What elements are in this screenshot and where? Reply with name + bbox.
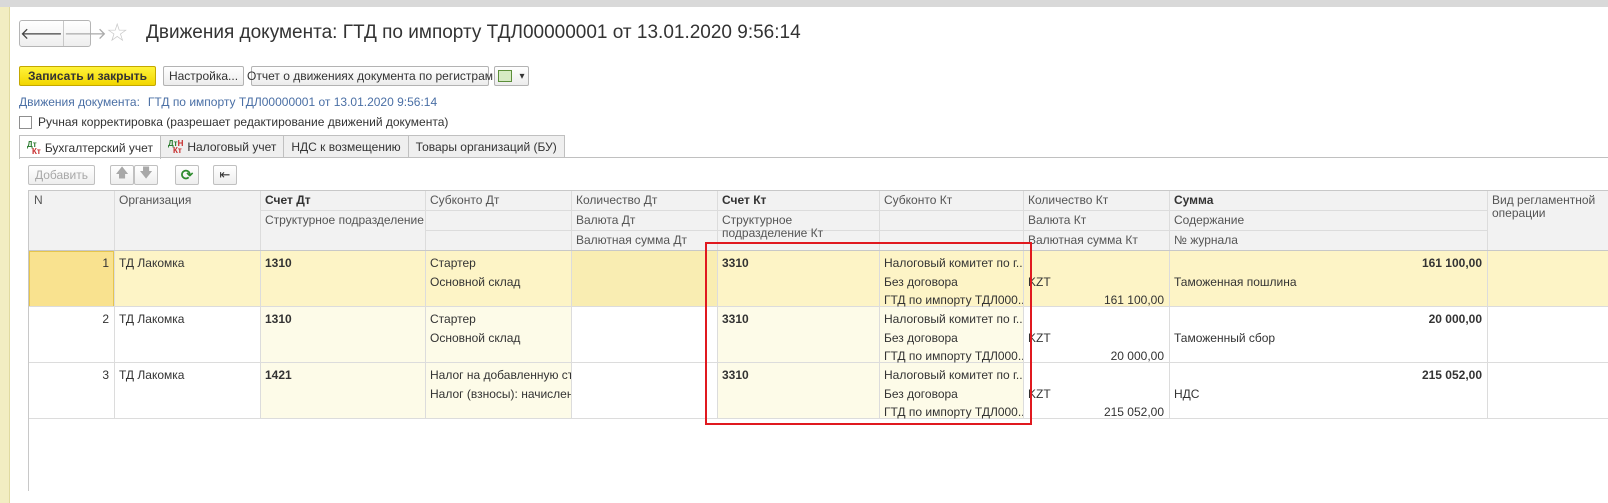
col-currency-sum-kt[interactable]: Валютная сумма Кт <box>1023 231 1169 250</box>
row-content: НДС <box>1174 387 1200 401</box>
tab-accounting[interactable]: Дт Кт Бухгалтерский учет <box>19 135 161 159</box>
row-currency-sum-kt: 20 000,00 <box>1110 349 1164 363</box>
left-panel-strip <box>0 7 10 503</box>
breadcrumb-label: Движения документа: <box>19 95 140 109</box>
manual-edit-option[interactable]: Ручная корректировка (разрешает редактир… <box>19 115 448 129</box>
tab-tax-accounting-label: Налоговый учет <box>187 140 277 154</box>
row-content: Таможенный сбор <box>1174 331 1276 345</box>
row-shade <box>571 251 717 307</box>
row-currency-kt: KZT <box>1028 275 1051 289</box>
row-subkonto-dt-1: Стартер <box>430 256 476 270</box>
register-report-icon <box>498 70 513 82</box>
col-amount[interactable]: Сумма <box>1169 191 1487 210</box>
row-organization: ТД Лакомка <box>119 312 185 326</box>
row-amount: 161 100,00 <box>1421 256 1482 270</box>
forward-arrow-icon[interactable]: 🡒 <box>62 21 107 46</box>
col-organization[interactable]: Организация <box>114 191 260 210</box>
col-content[interactable]: Содержание <box>1169 211 1487 230</box>
load-movements-icon[interactable]: ⇤ <box>213 165 237 185</box>
row-amount: 20 000,00 <box>1428 312 1482 326</box>
move-up-icon[interactable]: 🡅 <box>110 165 134 185</box>
row-content: Таможенная пошлина <box>1174 275 1297 289</box>
row-account-dt: 1310 <box>265 256 292 270</box>
back-arrow-icon[interactable]: 🡐 <box>20 21 63 46</box>
col-subkonto-kt[interactable]: Субконто Кт <box>879 191 1023 210</box>
move-down-icon[interactable]: 🡇 <box>134 165 158 185</box>
col-currency-dt[interactable]: Валюта Дт <box>571 211 717 230</box>
page-title: Движения документа: ГТД по импорту ТДЛ00… <box>146 22 801 43</box>
row-currency-kt: KZT <box>1028 387 1051 401</box>
row-currency-kt: KZT <box>1028 331 1051 345</box>
col-n[interactable]: N <box>29 191 114 210</box>
add-button[interactable]: Добавить <box>28 165 95 185</box>
row-subkonto-dt-2: Налог (взносы): начислен... <box>430 387 571 401</box>
tab-divider <box>19 157 1608 158</box>
row-subkonto-dt-2: Основной склад <box>430 275 521 289</box>
favorite-star-icon[interactable]: ☆ <box>106 19 128 47</box>
row-subkonto-dt-1: Налог на добавленную ст... <box>430 368 571 382</box>
manual-edit-checkbox[interactable] <box>19 115 32 129</box>
row-organization: ТД Лакомка <box>119 256 185 270</box>
dt-kt-tax-icon: ДтН Кт <box>167 139 184 155</box>
tab-organization-goods[interactable]: Товары организаций (БУ) <box>407 135 565 158</box>
tab-accounting-label: Бухгалтерский учет <box>44 140 153 155</box>
col-account-kt[interactable]: Счет Кт <box>717 191 879 210</box>
col-quantity-dt[interactable]: Количество Дт <box>571 191 717 210</box>
tab-vat-refund[interactable]: НДС к возмещению <box>283 135 409 158</box>
col-journal[interactable]: № журнала <box>1169 231 1487 250</box>
row-organization: ТД Лакомка <box>119 368 185 382</box>
more-actions-button[interactable]: ▾ <box>494 66 529 86</box>
refresh-icon[interactable]: ⟳ <box>175 165 199 185</box>
col-account-dt[interactable]: Счет Дт <box>260 191 425 210</box>
row-subkonto-dt-2: Основной склад <box>430 331 521 345</box>
navigation-buttons: 🡐 🡒 <box>19 20 107 47</box>
tab-tax-accounting[interactable]: ДтН Кт Налоговый учет <box>159 135 285 158</box>
col-quantity-kt[interactable]: Количество Кт <box>1023 191 1169 210</box>
register-tabs: Дт Кт Бухгалтерский учет ДтН Кт Налоговый … <box>19 135 565 159</box>
row-subkonto-dt-1: Стартер <box>430 312 476 326</box>
breadcrumb: Движения документа: ГТД по импорту ТДЛ000… <box>19 95 437 109</box>
top-bar <box>0 0 1608 7</box>
row-number: 3 <box>102 368 109 382</box>
row-currency-sum-kt: 161 100,00 <box>1103 293 1164 307</box>
row-number: 2 <box>102 312 109 326</box>
dt-kt-icon: Дт Кт <box>27 139 41 156</box>
row-currency-sum-kt: 215 052,00 <box>1103 405 1164 419</box>
breadcrumb-document-link[interactable]: ГТД по импорту ТДЛ00000001 от 13.01.2020… <box>148 95 437 109</box>
chevron-down-icon: ▾ <box>519 70 525 82</box>
row-number: 1 <box>102 256 109 270</box>
row-account-dt: 1310 <box>265 312 292 326</box>
movements-report-button[interactable]: Отчет о движениях документа по регистрам <box>247 66 493 86</box>
col-subkonto-dt[interactable]: Субконто Дт <box>425 191 571 210</box>
col-operation-type[interactable]: Вид регламентной операции <box>1487 191 1608 231</box>
settings-button[interactable]: Настройка... <box>163 66 244 86</box>
col-currency-kt[interactable]: Валюта Кт <box>1023 211 1169 230</box>
col-division-dt[interactable]: Структурное подразделение Дт <box>260 211 425 230</box>
save-and-close-button[interactable]: Записать и закрыть <box>19 66 156 86</box>
highlight-annotation-box <box>705 242 1032 425</box>
row-amount: 215 052,00 <box>1421 368 1482 382</box>
col-currency-sum-dt[interactable]: Валютная сумма Дт <box>571 231 717 250</box>
manual-edit-label: Ручная корректировка (разрешает редактир… <box>38 115 449 129</box>
row-account-dt: 1421 <box>265 368 292 382</box>
